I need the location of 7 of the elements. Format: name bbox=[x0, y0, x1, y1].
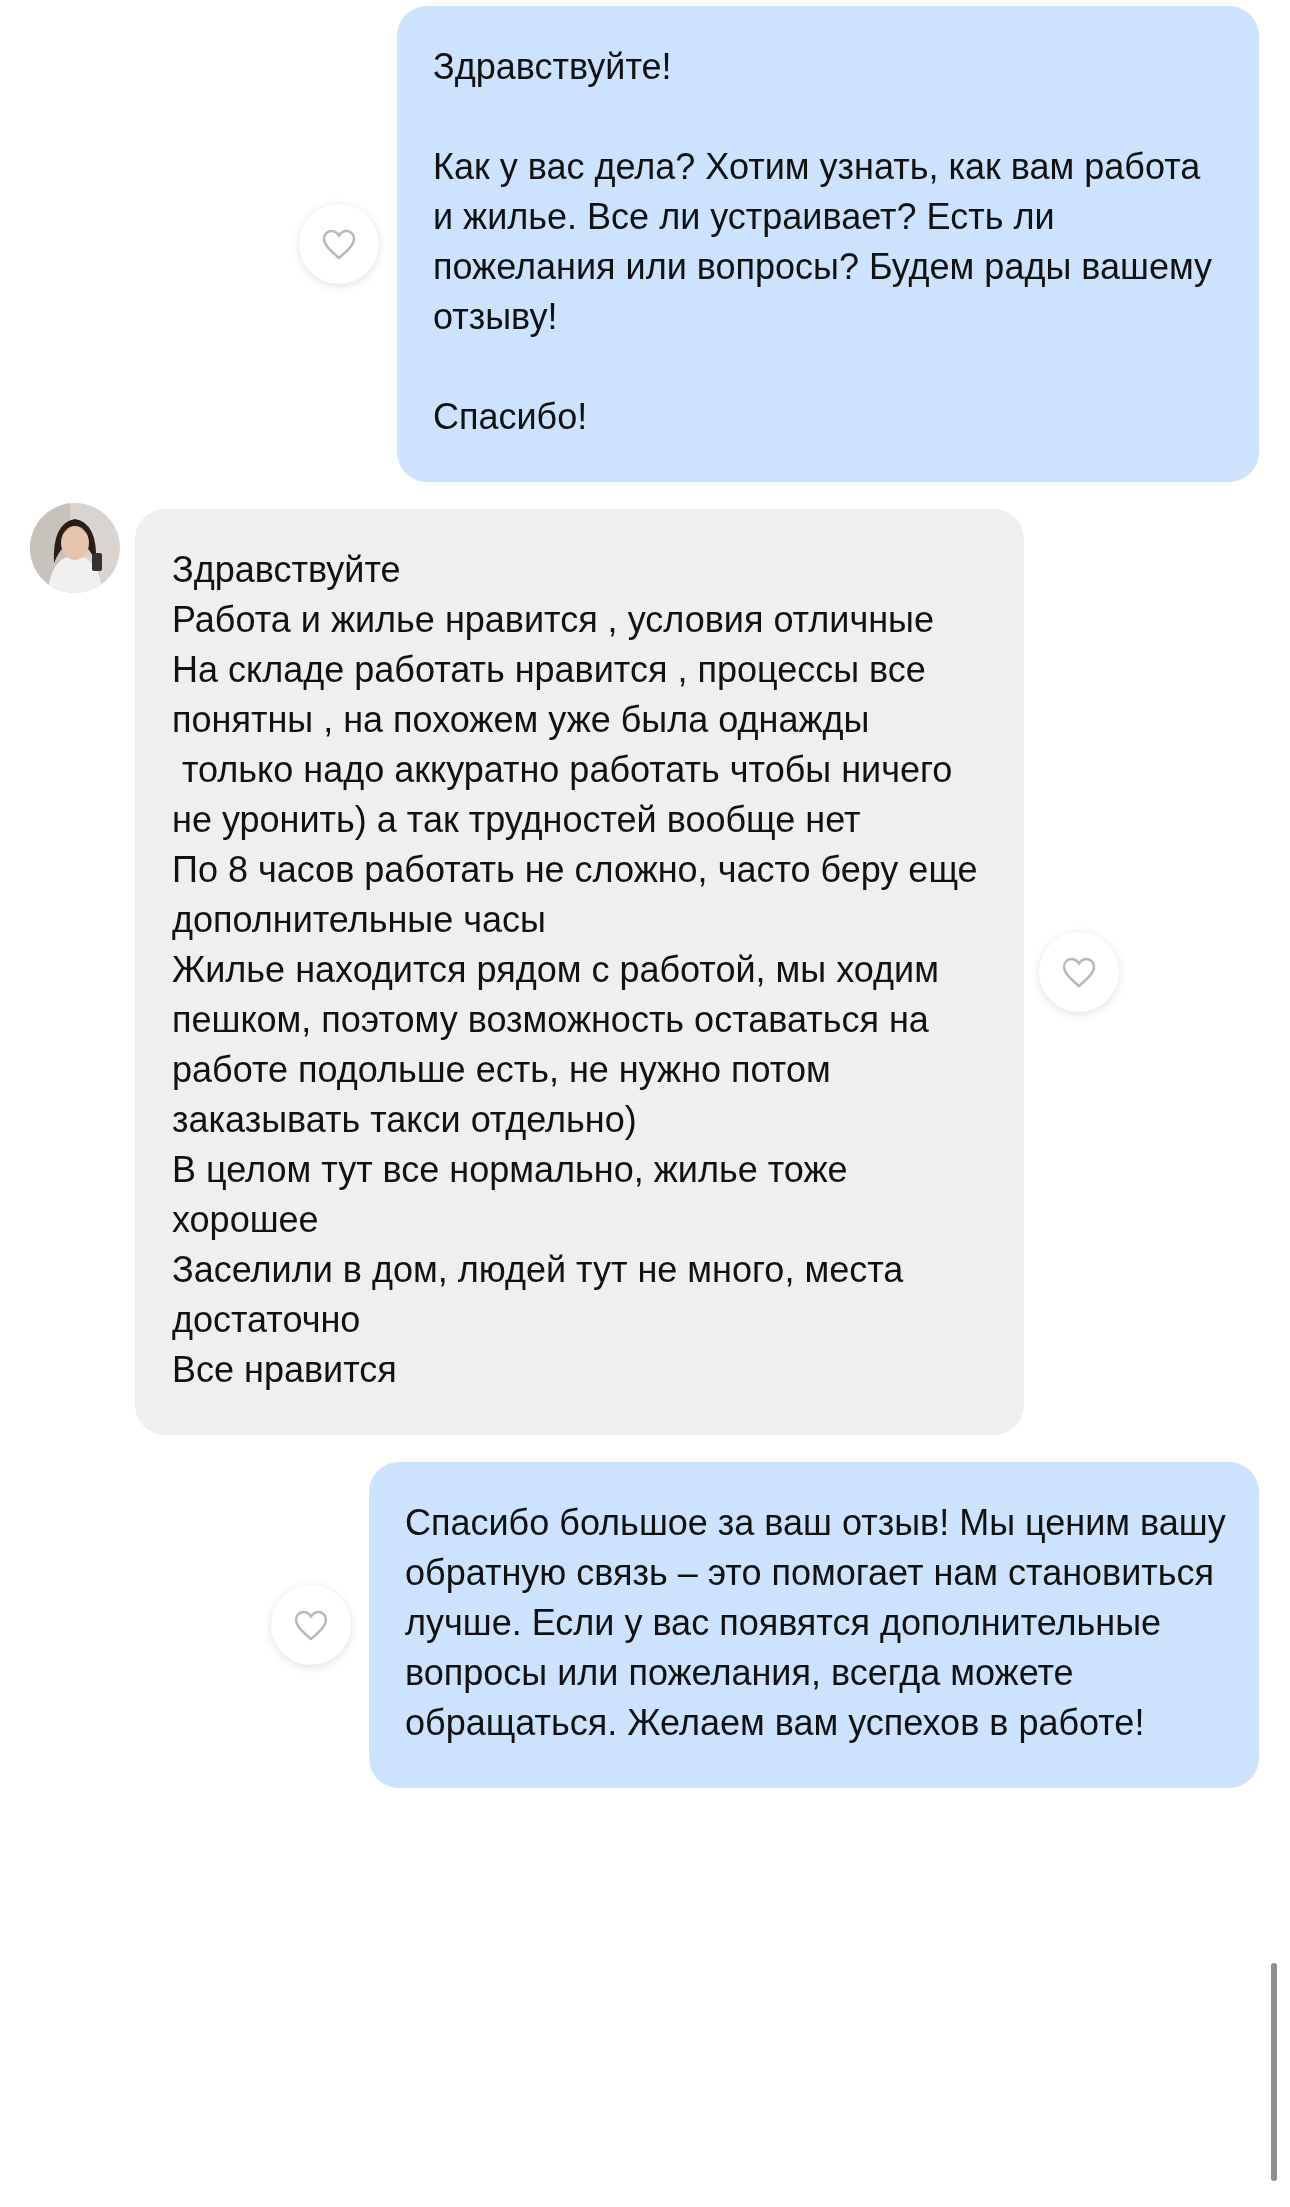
message-text: Здравствуйте! Как у вас дела? Хотим узнать, как вам работа и жилье. Все ли устраивает? Есть ли пожелания или вопросы? Будем рады вашему отзыву! Спасибо! bbox=[433, 45, 1214, 439]
message-text: Здравствуйте Работа и жилье нравится , условия отличные На складе работать нравится , процессы все понятны , на похожем уже была однажды только надо аккуратно работать чтобы ничего не уронить) а так трудностей вообще нет По 8 часов работать не сложно, часто беру еще дополнительные часы Жилье находится рядом с работой, мы ходим пешком, поэтому возможность оставаться на работе подольше есть, не нужно потом заказывать такси отдельно) В целом тут все нормально, жилье тоже хорошее Заселили в дом, людей тут не много, места достаточно Все нравится bbox=[172, 548, 979, 1392]
heart-icon bbox=[293, 1608, 329, 1642]
scrollbar[interactable] bbox=[1271, 1963, 1277, 2181]
heart-icon bbox=[321, 227, 357, 261]
message-text: Спасибо большое за ваш отзыв! Мы ценим вашу обратную связь – это помогает нам становиться лучше. Если у вас появятся дополнительные вопросы или пожелания, всегда можете обращаться. Желаем вам успехов в работе! bbox=[405, 1501, 1227, 1745]
heart-icon bbox=[1061, 955, 1097, 989]
